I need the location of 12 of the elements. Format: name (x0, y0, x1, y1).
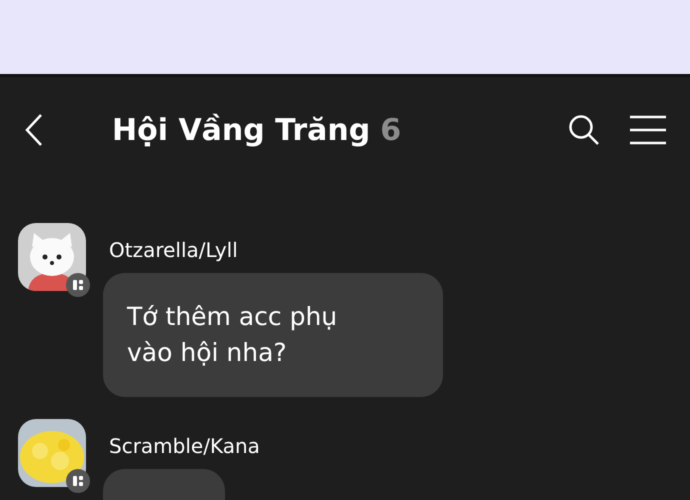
menu-icon[interactable] (630, 115, 666, 145)
dog-avatar-icon (18, 223, 86, 291)
member-count: 6 (380, 112, 402, 150)
chat-title: Hội Vầng Trăng (112, 112, 370, 150)
sender-name: Scramble/Kana (109, 433, 260, 460)
message-text: Tớ thêm acc phụ vào hội nha? (127, 301, 338, 369)
back-icon[interactable] (24, 113, 44, 147)
scrambled-egg-avatar-icon (18, 419, 86, 487)
sender-name: Otzarella/Lyll (109, 237, 239, 264)
badge-icon (66, 273, 90, 297)
search-icon[interactable] (568, 114, 600, 146)
badge-icon (66, 469, 90, 493)
